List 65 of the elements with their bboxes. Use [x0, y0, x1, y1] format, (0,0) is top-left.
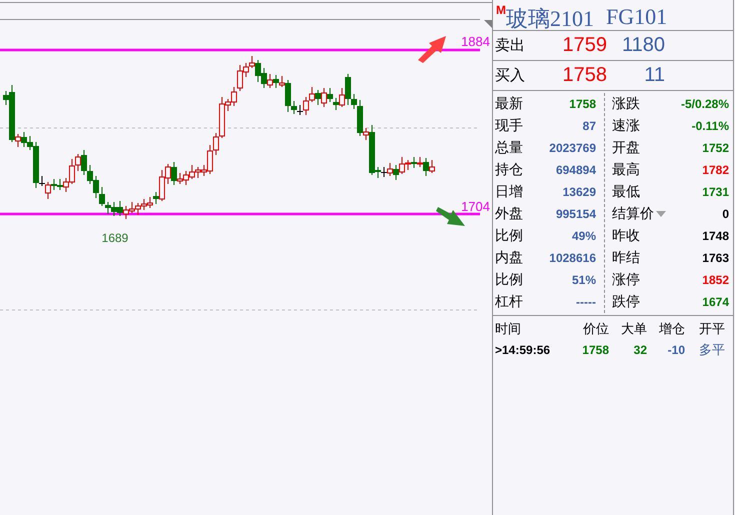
ask-volume: 1180 [620, 34, 665, 57]
column-header: 大单 [620, 320, 647, 338]
table-cell-text: >14:59:56 [494, 342, 552, 356]
stat-value: 1763 [702, 251, 729, 265]
stat-label: 外盘 [495, 205, 523, 223]
stat-value: 13629 [562, 185, 596, 199]
stat-value: 1674 [702, 295, 729, 309]
stat-value: 1752 [702, 141, 729, 155]
stat-label: 日增 [495, 183, 523, 201]
stat-label: 最低 [612, 183, 640, 201]
stat-label: 内盘 [495, 249, 523, 267]
stat-value: ----- [576, 295, 596, 309]
stat-label: 现手 [495, 117, 523, 135]
price-label: 1704 [461, 199, 490, 214]
stat-value: 1731 [702, 185, 729, 199]
marker-label: M [496, 3, 506, 17]
stat-value: 0 [722, 207, 729, 221]
column-header: 价位 [582, 320, 609, 338]
stat-label: 昨结 [612, 249, 640, 267]
stat-value: 2023769 [549, 141, 596, 155]
stat-value: 1748 [702, 229, 729, 243]
stat-value: 49% [572, 229, 596, 243]
stat-label: 比例 [495, 227, 523, 245]
table-cell-text: 多平 [698, 340, 725, 358]
ask-label: 卖出 [494, 36, 526, 55]
dropdown-caret-icon[interactable] [656, 211, 666, 217]
stat-value: 1758 [569, 97, 596, 111]
column-header: 时间 [494, 320, 522, 338]
stat-label: 涨跌 [612, 95, 640, 113]
stat-label: 总量 [495, 139, 523, 157]
contract-code: FG101 [606, 4, 668, 30]
contract-name: 玻璃2101 [506, 5, 594, 33]
stat-label: 最新 [495, 95, 523, 113]
stat-label: 速涨 [612, 117, 640, 135]
stat-label: 涨停 [612, 271, 640, 289]
stat-value: 694894 [556, 163, 596, 177]
stat-value: 1852 [702, 273, 729, 287]
stat-label: 杠杆 [495, 293, 523, 311]
stat-value: 51% [572, 273, 596, 287]
stat-label: 持仓 [495, 161, 523, 179]
low-price-label: 1689 [102, 231, 128, 245]
ask-price: 1759 [562, 34, 607, 57]
bid-label: 买入 [494, 66, 526, 85]
stat-label: 结算价 [612, 205, 654, 223]
stat-label: 开盘 [612, 139, 640, 157]
table-cell-text: 32 [632, 342, 647, 356]
corner-triangle-icon [484, 20, 492, 28]
stat-label: 比例 [495, 271, 523, 289]
up-arrow-icon [418, 36, 446, 63]
stat-value: -5/0.28% [680, 97, 729, 111]
column-header: 增仓 [658, 320, 685, 338]
stat-label: 跌停 [612, 293, 640, 311]
stat-value: -0.11% [692, 119, 729, 133]
table-cell-text: -10 [666, 342, 685, 356]
stat-value: 1782 [702, 163, 729, 177]
bid-volume: 11 [643, 64, 665, 87]
column-header: 开平 [698, 320, 725, 338]
bid-price: 1758 [562, 64, 607, 87]
stat-label: 昨收 [612, 227, 640, 245]
table-cell-text: 1758 [581, 342, 609, 356]
stat-value: 995154 [556, 207, 596, 221]
stat-label: 最高 [612, 161, 640, 179]
stat-value: 1028616 [549, 251, 596, 265]
stat-value: 87 [582, 119, 596, 133]
price-label: 1884 [461, 34, 490, 49]
